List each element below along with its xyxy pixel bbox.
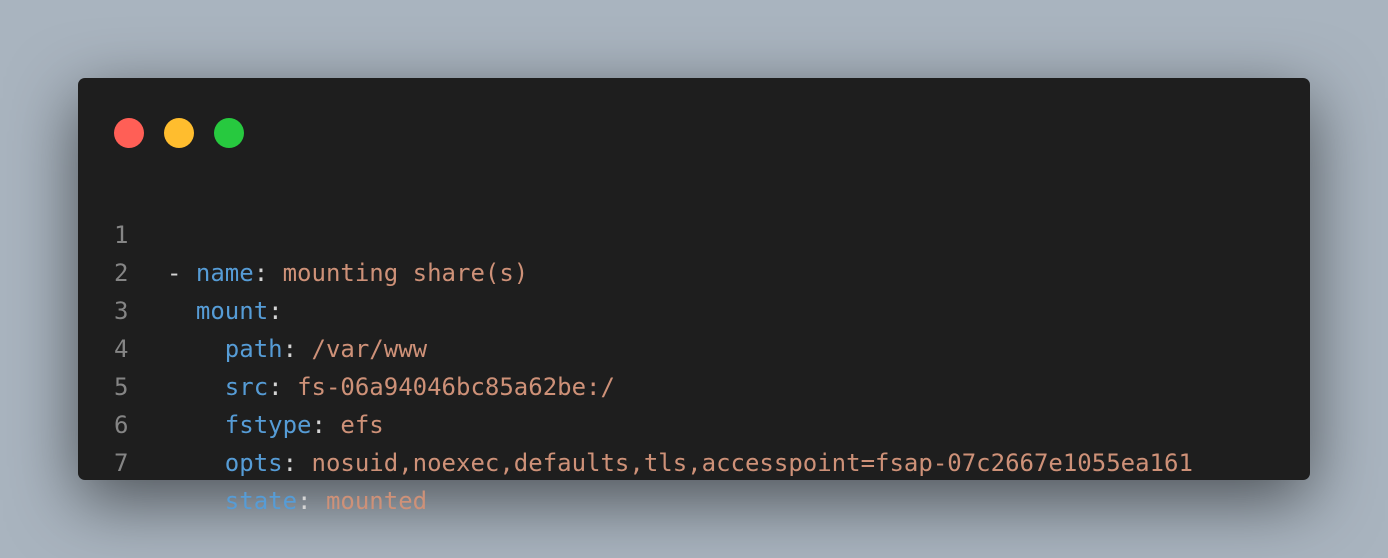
code-line: 7 state: mounted xyxy=(78,406,1310,515)
yaml-colon: : xyxy=(282,449,312,477)
line-number: 7 xyxy=(114,449,129,477)
code-line: 2 mount: xyxy=(78,216,1310,325)
minimize-dot-icon[interactable] xyxy=(164,118,194,148)
window-controls xyxy=(114,118,264,148)
code-line: 5 fstype: efs xyxy=(78,330,1310,439)
maximize-dot-icon[interactable] xyxy=(214,118,244,148)
line-content: state: mounted xyxy=(167,482,427,520)
code-line: 6 opts: nosuid,noexec,defaults,tls,acces… xyxy=(78,368,1310,477)
line-content: opts: nosuid,noexec,defaults,tls,accessp… xyxy=(167,444,1193,482)
yaml-colon: : xyxy=(297,487,326,515)
yaml-value: mounted xyxy=(325,487,428,515)
code-line: 4 src: fs-06a94046bc85a62be:/ xyxy=(78,292,1310,401)
yaml-key: opts xyxy=(224,449,283,477)
code-block: 1 - name: mounting share(s) 2 mount: 3 p… xyxy=(78,178,1310,515)
yaml-value: nosuid,noexec,defaults,tls,accesspoint=f… xyxy=(311,449,1193,477)
close-dot-icon[interactable] xyxy=(114,118,144,148)
code-line: 3 path: /var/www xyxy=(78,254,1310,363)
code-window: 1 - name: mounting share(s) 2 mount: 3 p… xyxy=(78,78,1310,515)
yaml-key: state xyxy=(224,487,298,515)
code-line: 1 - name: mounting share(s) xyxy=(78,178,1310,287)
